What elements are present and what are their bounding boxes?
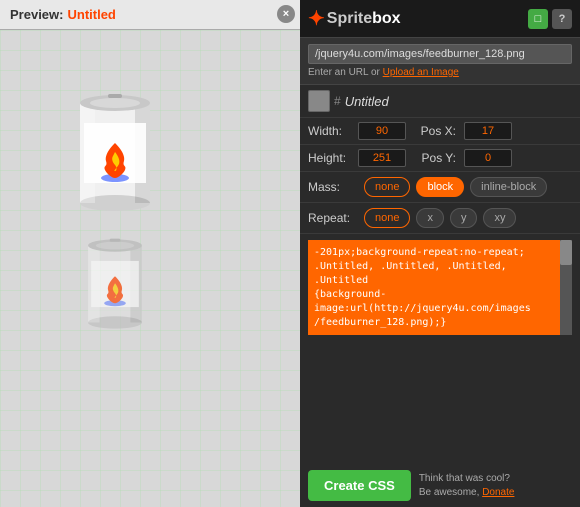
width-label: Width: xyxy=(308,124,350,138)
name-row: # xyxy=(300,85,580,118)
spritebox-logo: ✦ Sprite box xyxy=(308,6,401,31)
color-swatch[interactable] xyxy=(308,90,330,112)
css-output-textarea[interactable]: -201px;background-repeat:no-repeat; .Unt… xyxy=(308,240,572,335)
width-input[interactable] xyxy=(358,122,406,140)
mass-none-button[interactable]: none xyxy=(364,177,410,197)
hint-text: Enter an URL or xyxy=(308,67,380,78)
sprite-name-input[interactable] xyxy=(345,94,572,109)
url-input[interactable] xyxy=(308,44,572,64)
donate-prefix: Think that was cool? xyxy=(419,472,515,486)
logo-star-icon: ✦ xyxy=(308,6,325,31)
repeat-row: Repeat: none x y xy xyxy=(300,203,580,234)
scrollbar[interactable] xyxy=(560,240,572,335)
repeat-xy-button[interactable]: xy xyxy=(483,208,516,228)
repeat-none-button[interactable]: none xyxy=(364,208,410,228)
mass-block-button[interactable]: block xyxy=(416,177,464,197)
hash-symbol: # xyxy=(334,94,341,108)
upload-link[interactable]: Upload an Image xyxy=(383,67,459,78)
css-output-section: -201px;background-repeat:no-repeat; .Unt… xyxy=(300,234,580,464)
posx-label: Pos X: xyxy=(414,124,456,138)
header-icons: □ ? xyxy=(528,9,572,29)
preview-label: Preview: xyxy=(10,7,63,22)
url-section: Enter an URL or Upload an Image xyxy=(300,38,580,85)
maximize-button[interactable]: □ xyxy=(528,9,548,29)
left-panel: Preview: Untitled × xyxy=(0,0,300,507)
can-image-1 xyxy=(70,88,160,218)
posx-input[interactable] xyxy=(464,122,512,140)
preview-header: Preview: Untitled × xyxy=(0,0,300,30)
height-input[interactable] xyxy=(358,149,406,167)
logo-box-text: box xyxy=(372,10,400,28)
right-panel: ✦ Sprite box □ ? Enter an URL or Upload … xyxy=(300,0,580,507)
posy-label: Pos Y: xyxy=(414,151,456,165)
help-button[interactable]: ? xyxy=(552,9,572,29)
preview-title: Untitled xyxy=(67,7,115,22)
width-posx-row: Width: Pos X: xyxy=(300,118,580,145)
canvas-area xyxy=(0,30,300,507)
mass-label: Mass: xyxy=(308,180,358,194)
donate-text: Think that was cool? Be awesome, Donate xyxy=(419,472,515,500)
posy-input[interactable] xyxy=(464,149,512,167)
upload-hint: Enter an URL or Upload an Image xyxy=(308,67,572,78)
sprite-container xyxy=(70,80,160,342)
create-css-button[interactable]: Create CSS xyxy=(308,470,411,501)
scrollbar-thumb[interactable] xyxy=(560,240,572,265)
create-row: Create CSS Think that was cool? Be aweso… xyxy=(300,464,580,507)
repeat-y-button[interactable]: y xyxy=(450,208,478,228)
mass-inline-block-button[interactable]: inline-block xyxy=(470,177,547,197)
height-label: Height: xyxy=(308,151,350,165)
logo-sprite-text: Sprite xyxy=(327,10,372,28)
height-posy-row: Height: Pos Y: xyxy=(300,145,580,172)
donate-middle: Be awesome, Donate xyxy=(419,486,515,500)
can-image-2 xyxy=(80,234,150,334)
repeat-label: Repeat: xyxy=(308,211,358,225)
close-button[interactable]: × xyxy=(277,5,295,23)
repeat-x-button[interactable]: x xyxy=(416,208,444,228)
mass-row: Mass: none block inline-block xyxy=(300,172,580,203)
donate-link[interactable]: Donate xyxy=(482,487,514,498)
spritebox-header: ✦ Sprite box □ ? xyxy=(300,0,580,38)
